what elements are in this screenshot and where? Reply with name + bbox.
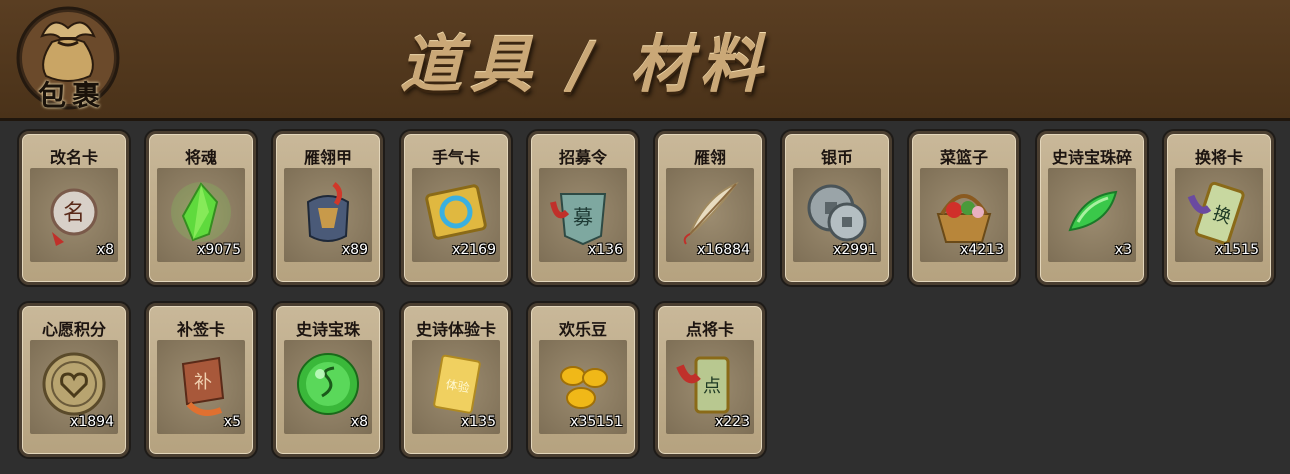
item-slot: x89: [284, 168, 372, 262]
item-slot: x1894: [30, 340, 118, 434]
item-name: 心愿积分: [41, 320, 106, 339]
item-slot: x8: [284, 340, 372, 434]
item-name: 招募令: [558, 148, 607, 167]
item-card[interactable]: 欢乐豆 x35151: [528, 303, 638, 457]
item-slot: x2991: [793, 168, 881, 262]
feather-armor-icon: [306, 182, 350, 242]
recruit-token-icon: 募: [550, 193, 607, 246]
item-name: 雁翎: [693, 148, 726, 167]
svg-text:补: 补: [194, 372, 212, 393]
item-name: 点将卡: [685, 320, 734, 339]
item-name: 改名卡: [49, 148, 98, 167]
item-name: 银币: [820, 148, 853, 167]
item-card[interactable]: 银币 x2991: [782, 131, 892, 285]
header-bar: 包裹 道具 / 材料: [0, 0, 1290, 121]
item-name: 史诗宝珠碎: [1051, 148, 1132, 167]
epic-orb-shard-icon: [1068, 190, 1118, 232]
item-card[interactable]: 改名卡名 x8: [19, 131, 129, 285]
wish-coin-icon: [42, 352, 106, 416]
makeup-sign-card-icon: 补: [181, 356, 225, 416]
luck-card-icon: [425, 184, 487, 240]
item-name: 史诗宝珠: [295, 320, 360, 339]
item-count: x223: [714, 414, 750, 430]
item-name: 手气卡: [431, 148, 480, 167]
item-count: x8: [350, 414, 368, 430]
item-slot: x35151: [539, 340, 627, 434]
joy-beans-icon: [560, 366, 608, 409]
item-slot: x4213: [920, 168, 1008, 262]
silver-coin-icon: [807, 184, 867, 242]
item-count: x8: [96, 242, 114, 258]
svg-text:名: 名: [63, 201, 85, 226]
item-card[interactable]: 史诗宝珠 x8: [273, 303, 383, 457]
item-slot: 点 x223: [666, 340, 754, 434]
item-card[interactable]: 雁翎 x16884: [655, 131, 765, 285]
item-count: x2991: [833, 242, 877, 258]
item-name: 菜篮子: [939, 148, 988, 167]
item-card[interactable]: 史诗体验卡 体验 x135: [401, 303, 511, 457]
epic-orb-icon: [297, 353, 359, 415]
item-name: 史诗体验卡: [415, 320, 496, 339]
item-count: x5: [223, 414, 241, 430]
item-card[interactable]: 将魂 x9075: [146, 131, 256, 285]
item-card[interactable]: 史诗宝珠碎 x3: [1037, 131, 1147, 285]
item-slot: 换 x1515: [1175, 168, 1263, 262]
item-slot: x2169: [412, 168, 500, 262]
item-slot: 名 x8: [30, 168, 118, 262]
item-card[interactable]: 雁翎甲 x89: [273, 131, 383, 285]
epic-trial-card-icon: 体验: [433, 354, 481, 414]
item-name: 补签卡: [176, 320, 225, 339]
item-card[interactable]: 换将卡换 x1515: [1164, 131, 1274, 285]
item-slot: 补 x5: [157, 340, 245, 434]
basket-icon: [936, 194, 992, 243]
svg-text:募: 募: [573, 205, 593, 229]
item-count: x16884: [697, 242, 750, 258]
item-name: 将魂: [184, 148, 217, 167]
item-name: 欢乐豆: [558, 320, 607, 339]
item-count: x89: [341, 242, 368, 258]
item-count: x4213: [960, 242, 1004, 258]
swap-general-card-icon: 换: [1187, 181, 1245, 245]
item-count: x2169: [452, 242, 496, 258]
item-count: x3: [1114, 242, 1132, 258]
feather-quill-icon: [683, 181, 739, 245]
item-card[interactable]: 菜篮子 x4213: [909, 131, 1019, 285]
item-count: x1894: [70, 414, 114, 430]
item-count: x136: [587, 242, 623, 258]
item-card[interactable]: 心愿积分 x1894: [19, 303, 129, 457]
item-count: x135: [460, 414, 496, 430]
svg-text:点: 点: [703, 376, 721, 397]
item-name: 雁翎甲: [303, 148, 352, 167]
item-card[interactable]: 招募令募 x136: [528, 131, 638, 285]
rename-card-icon: 名: [50, 188, 98, 246]
bag-label: 包裹: [37, 79, 106, 112]
page-title: 道具 / 材料: [400, 28, 770, 101]
item-slot: x9075: [157, 168, 245, 262]
item-card[interactable]: 点将卡点 x223: [655, 303, 765, 457]
item-count: x9075: [197, 242, 241, 258]
item-count: x35151: [570, 414, 623, 430]
item-slot: x16884: [666, 168, 754, 262]
item-name: 换将卡: [1194, 148, 1243, 167]
general-soul-icon: [171, 182, 231, 242]
select-general-card-icon: 点: [676, 356, 730, 414]
item-slot: 募 x136: [539, 168, 627, 262]
item-card[interactable]: 补签卡补 x5: [146, 303, 256, 457]
item-slot: x3: [1048, 168, 1136, 262]
item-count: x1515: [1215, 242, 1259, 258]
item-slot: 体验 x135: [412, 340, 500, 434]
item-card[interactable]: 手气卡 x2169: [401, 131, 511, 285]
